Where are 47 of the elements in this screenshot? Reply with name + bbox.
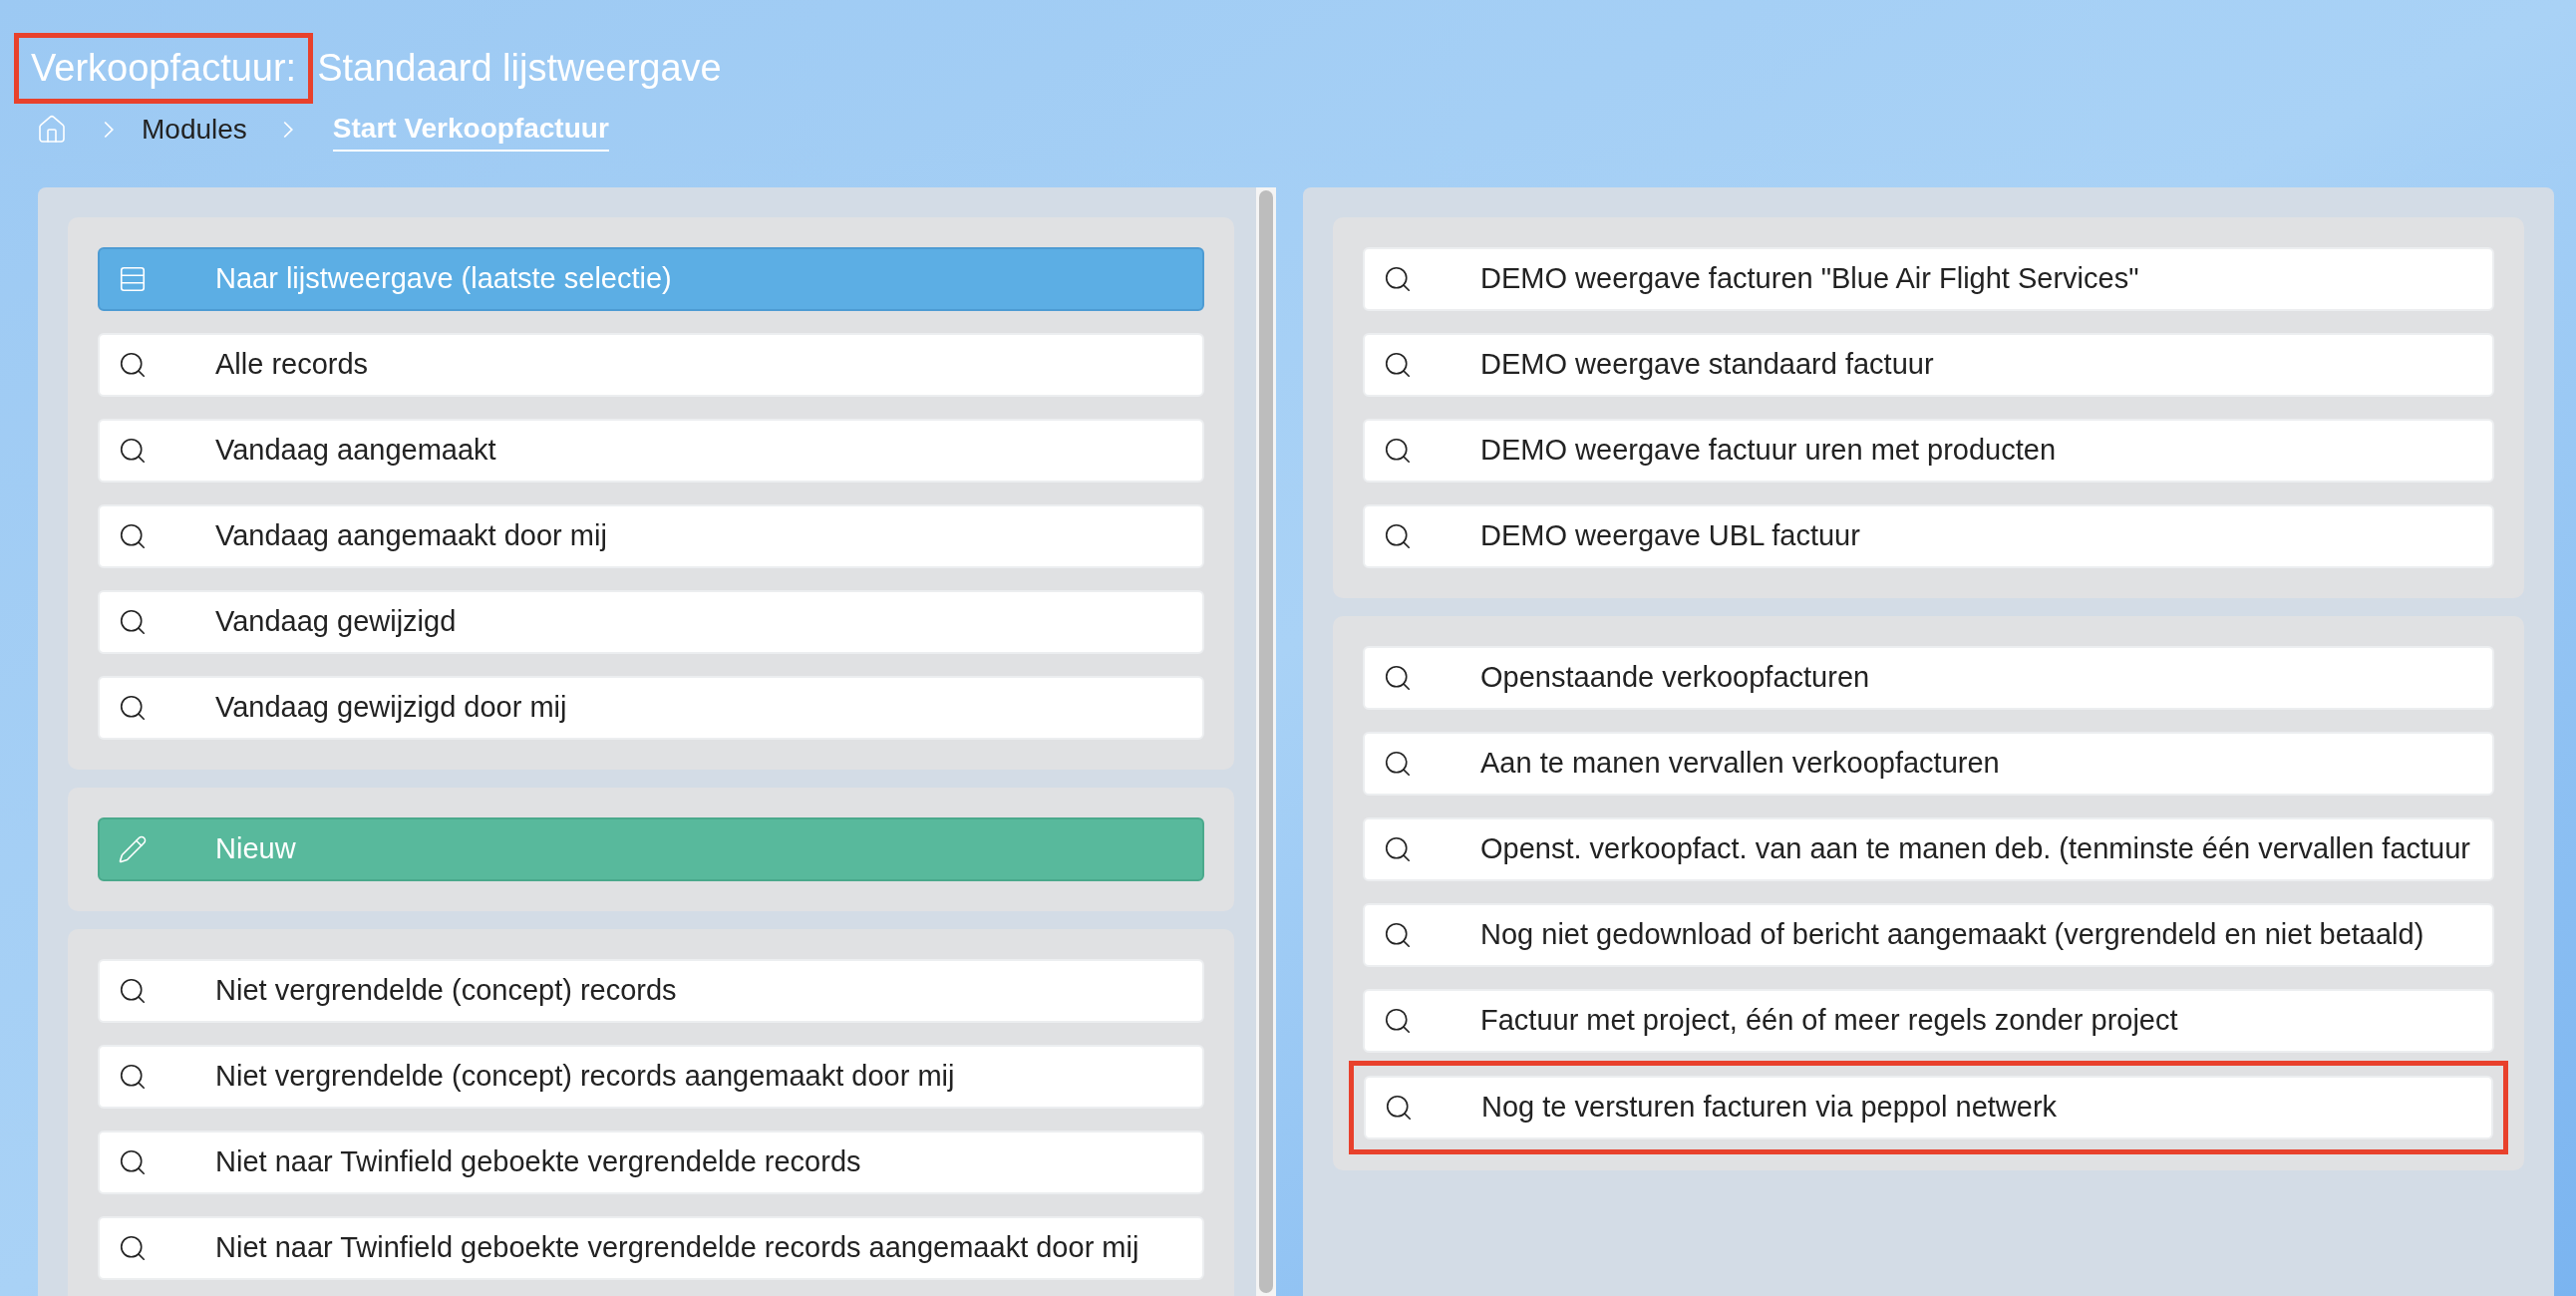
search-icon <box>118 607 148 637</box>
search-icon <box>1383 749 1413 779</box>
search-view-button[interactable]: Factuur met project, één of meer regels zonder project <box>1363 989 2494 1053</box>
page-title-entity: Verkoopfactuur: <box>14 32 314 104</box>
search-icon <box>1383 663 1413 693</box>
search-view-button[interactable]: Vandaag gewijzigd door mij <box>98 676 1204 740</box>
search-icon <box>1383 1006 1413 1036</box>
search-icon <box>118 436 148 466</box>
search-icon <box>1383 521 1413 551</box>
search-icon <box>1383 436 1413 466</box>
search-view-button[interactable]: Openst. verkoopfact. van aan te manen deb. (tenminste één vervallen factuur <box>1363 817 2494 881</box>
list-icon <box>118 264 148 294</box>
search-view-button[interactable]: Niet naar Twinfield geboekte vergrendelde records <box>98 1131 1204 1194</box>
search-icon <box>118 1062 148 1092</box>
search-view-button[interactable]: DEMO weergave factuur uren met producten <box>1363 419 2494 483</box>
search-icon <box>118 521 148 551</box>
search-icon <box>1383 350 1413 380</box>
scrollbar[interactable] <box>1256 187 1276 1296</box>
search-view-button[interactable]: Niet vergrendelde (concept) records <box>98 959 1204 1023</box>
search-icon <box>1384 1093 1414 1123</box>
chevron-icon <box>282 121 293 139</box>
search-icon <box>118 350 148 380</box>
search-view-button[interactable]: DEMO weergave facturen "Blue Air Flight Services" <box>1363 247 2494 311</box>
search-view-button[interactable]: DEMO weergave standaard factuur <box>1363 333 2494 397</box>
search-view-button[interactable]: Alle records <box>98 333 1204 397</box>
search-view-button[interactable]: Vandaag aangemaakt <box>98 419 1204 483</box>
search-view-button[interactable]: Nog niet gedownload of bericht aangemaakt (vergrendeld en niet betaald) <box>1363 903 2494 967</box>
search-view-button[interactable]: Niet vergrendelde (concept) records aangemaakt door mij <box>98 1045 1204 1109</box>
search-icon <box>118 693 148 723</box>
search-view-button[interactable]: Aan te manen vervallen verkoopfacturen <box>1363 732 2494 796</box>
search-view-button[interactable]: Niet naar Twinfield geboekte vergrendelde records aangemaakt door mij <box>98 1216 1204 1280</box>
breadcrumb-link[interactable]: Modules <box>142 109 247 151</box>
search-icon <box>1383 264 1413 294</box>
search-icon <box>1383 920 1413 950</box>
chevron-icon <box>104 121 114 139</box>
search-view-button[interactable]: Vandaag gewijzigd <box>98 590 1204 654</box>
search-icon <box>118 976 148 1006</box>
search-view-button[interactable]: DEMO weergave UBL factuur <box>1363 504 2494 568</box>
pencil-icon <box>118 834 148 864</box>
search-view-button[interactable]: Vandaag aangemaakt door mij <box>98 504 1204 568</box>
search-icon <box>1383 834 1413 864</box>
search-view-button[interactable]: Openstaande verkoopfacturen <box>1363 646 2494 710</box>
home-icon[interactable] <box>36 114 68 146</box>
search-icon <box>118 1233 148 1263</box>
search-icon <box>118 1147 148 1177</box>
search-view-button[interactable]: Nog te versturen facturen via peppol netwerk <box>1364 1076 2493 1139</box>
page-title-view: Standaard lijstweergave <box>317 45 722 91</box>
